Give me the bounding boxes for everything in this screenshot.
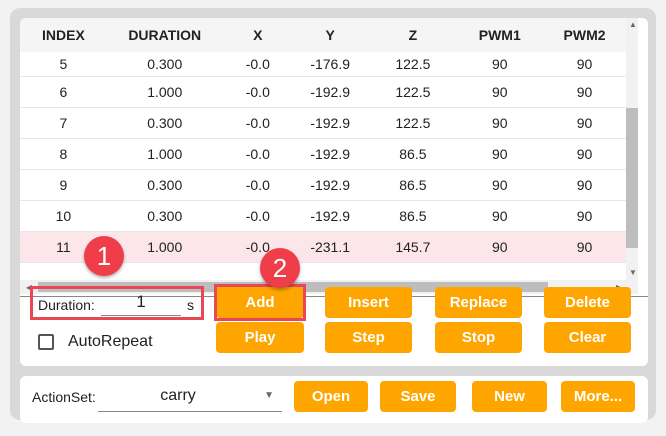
cell-duration: 0.300 <box>106 107 223 139</box>
actionset-value: carry <box>160 387 196 404</box>
cell-pwm2: 90 <box>541 52 628 77</box>
column-header-z[interactable]: Z <box>367 18 459 52</box>
cell-x: -0.0 <box>222 138 293 170</box>
cell-index: 9 <box>20 169 107 201</box>
column-header-pwm2[interactable]: PWM2 <box>541 18 628 52</box>
column-header-y[interactable]: Y <box>292 18 368 52</box>
autorepeat-checkbox[interactable] <box>38 334 54 350</box>
table-row[interactable]: 9 0.300 -0.0 -192.9 86.5 90 90 <box>20 169 628 201</box>
cell-pwm1: 90 <box>458 169 542 201</box>
cell-y: -192.9 <box>292 76 368 108</box>
actionset-card: ActionSet: carry ▼ Open Save New More... <box>20 376 648 423</box>
step-button[interactable]: Step <box>325 322 412 353</box>
cell-y: -192.9 <box>292 200 368 232</box>
column-header-index[interactable]: INDEX <box>20 18 107 52</box>
cell-pwm1: 90 <box>458 107 542 139</box>
cell-pwm2: 90 <box>541 231 628 263</box>
table-row[interactable]: 7 0.300 -0.0 -192.9 122.5 90 90 <box>20 107 628 139</box>
chevron-down-icon[interactable]: ▼ <box>264 390 274 401</box>
stop-button[interactable]: Stop <box>435 322 522 353</box>
table-row[interactable]: 6 1.000 -0.0 -192.9 122.5 90 90 <box>20 76 628 108</box>
add-button-highlight <box>214 284 306 321</box>
cell-index: 6 <box>20 76 107 108</box>
cell-x: -0.0 <box>222 52 293 77</box>
play-button[interactable]: Play <box>216 322 304 353</box>
scroll-down-icon[interactable]: ▼ <box>629 268 637 277</box>
column-header-duration[interactable]: DURATION <box>106 18 223 52</box>
actionset-select[interactable]: carry ▼ <box>98 382 282 412</box>
cell-x: -0.0 <box>222 169 293 201</box>
table-row[interactable]: 10 0.300 -0.0 -192.9 86.5 90 90 <box>20 200 628 232</box>
vertical-scroll-thumb[interactable] <box>626 108 638 248</box>
cell-x: -0.0 <box>222 200 293 232</box>
vertical-scrollbar[interactable]: ▲ ▼ <box>626 18 638 280</box>
cell-y: -192.9 <box>292 138 368 170</box>
actionset-label: ActionSet: <box>32 389 96 405</box>
cell-pwm1: 90 <box>458 138 542 170</box>
cell-index: 7 <box>20 107 107 139</box>
cell-pwm2: 90 <box>541 107 628 139</box>
cell-pwm2: 90 <box>541 76 628 108</box>
cell-z: 122.5 <box>367 76 459 108</box>
insert-button[interactable]: Insert <box>325 287 412 318</box>
cell-duration: 1.000 <box>106 76 223 108</box>
autorepeat-label[interactable]: AutoRepeat <box>68 333 153 351</box>
replace-button[interactable]: Replace <box>435 287 522 318</box>
cell-duration: 1.000 <box>106 231 223 263</box>
cell-pwm1: 90 <box>458 52 542 77</box>
new-button[interactable]: New <box>472 381 547 412</box>
duration-field: Duration: 1 s <box>30 286 204 320</box>
duration-label: Duration: <box>38 297 95 313</box>
cell-pwm2: 90 <box>541 169 628 201</box>
column-header-pwm1[interactable]: PWM1 <box>458 18 542 52</box>
cell-z: 122.5 <box>367 107 459 139</box>
cell-index: 10 <box>20 200 107 232</box>
cell-y: -192.9 <box>292 169 368 201</box>
duration-input[interactable]: 1 <box>101 292 181 316</box>
cell-z: 86.5 <box>367 169 459 201</box>
cell-duration: 0.300 <box>106 169 223 201</box>
more-button[interactable]: More... <box>561 381 635 412</box>
cell-y: -231.1 <box>292 231 368 263</box>
cell-pwm1: 90 <box>458 76 542 108</box>
duration-unit: s <box>187 297 194 313</box>
action-table-card: INDEX DURATION X Y Z PWM1 PWM2 5 0.300 -0.0 -176.… <box>20 18 648 366</box>
cell-x: -0.0 <box>222 76 293 108</box>
scroll-up-icon[interactable]: ▲ <box>629 20 637 29</box>
cell-pwm1: 90 <box>458 231 542 263</box>
cell-y: -192.9 <box>292 107 368 139</box>
table-header: INDEX DURATION X Y Z PWM1 PWM2 <box>20 18 628 52</box>
table-row[interactable]: 5 0.300 -0.0 -176.9 122.5 90 90 <box>20 52 628 77</box>
cell-index: 5 <box>20 52 107 77</box>
cell-pwm2: 90 <box>541 138 628 170</box>
annotation-badge-2: 2 <box>260 248 300 288</box>
clear-button[interactable]: Clear <box>544 322 631 353</box>
cell-z: 86.5 <box>367 138 459 170</box>
cell-z: 122.5 <box>367 52 459 77</box>
cell-x: -0.0 <box>222 107 293 139</box>
save-button[interactable]: Save <box>380 381 456 412</box>
cell-z: 145.7 <box>367 231 459 263</box>
cell-y: -176.9 <box>292 52 368 77</box>
cell-duration: 1.000 <box>106 138 223 170</box>
annotation-badge-1: 1 <box>84 236 124 276</box>
column-header-x[interactable]: X <box>222 18 293 52</box>
cell-duration: 0.300 <box>106 52 223 77</box>
open-button[interactable]: Open <box>294 381 368 412</box>
cell-pwm2: 90 <box>541 200 628 232</box>
table-row[interactable]: 8 1.000 -0.0 -192.9 86.5 90 90 <box>20 138 628 170</box>
cell-duration: 0.300 <box>106 200 223 232</box>
delete-button[interactable]: Delete <box>544 287 631 318</box>
cell-pwm1: 90 <box>458 200 542 232</box>
cell-z: 86.5 <box>367 200 459 232</box>
cell-index: 8 <box>20 138 107 170</box>
